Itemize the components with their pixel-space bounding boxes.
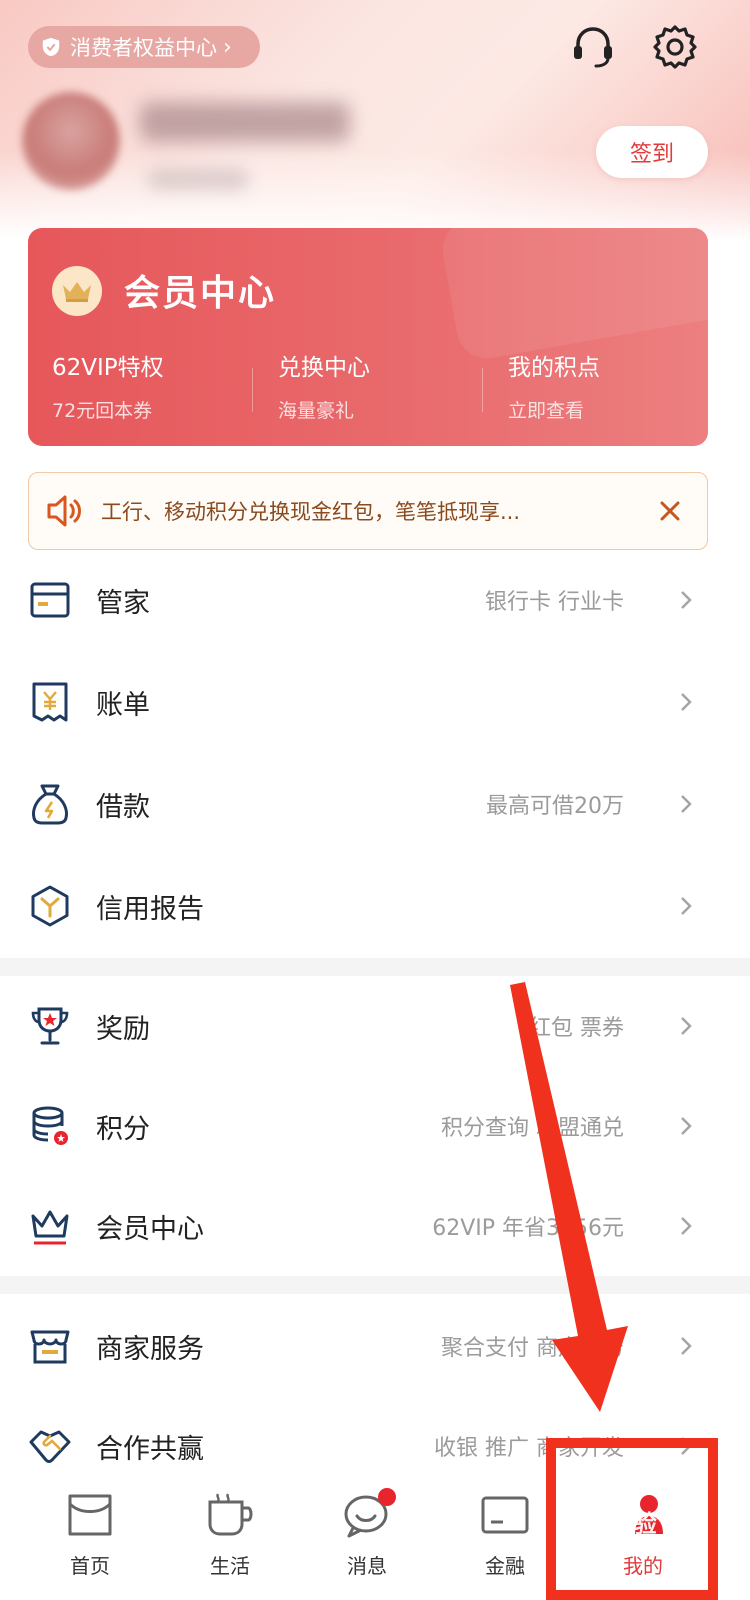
chevron-right-icon (681, 693, 692, 711)
chevron-right-icon: › (223, 34, 232, 60)
tab-label: 生活 (210, 1554, 250, 1578)
menu-label: 信用报告 (96, 893, 204, 925)
headset-icon[interactable] (568, 22, 618, 72)
menu-row-bill[interactable]: 账单 (0, 652, 750, 752)
menu-label: 管家 (96, 587, 150, 619)
handshake-icon (29, 1430, 71, 1463)
menu-label: 奖励 (96, 1013, 150, 1045)
section-separator (0, 1276, 750, 1294)
menu-label: 账单 (96, 689, 150, 721)
crown-icon (31, 1210, 69, 1245)
username-blurred (140, 102, 350, 142)
tab-finance[interactable]: 金融 (460, 1478, 550, 1588)
section-separator (0, 958, 750, 976)
menu-detail: 聚合支付 商户服务 (441, 1336, 624, 1361)
menu-label: 会员中心 (96, 1213, 204, 1245)
cup-icon (208, 1493, 253, 1536)
bill-icon (32, 682, 68, 722)
menu-label: 合作共赢 (96, 1433, 204, 1465)
menu-detail: 最高可借20万 (486, 794, 624, 819)
tab-label: 首页 (70, 1554, 110, 1578)
shield-icon (42, 37, 60, 57)
exchange-center-subtitle: 海量豪礼 (278, 400, 355, 422)
menu-detail: 红包 票券 (529, 1016, 624, 1041)
menu-row-credit-report[interactable]: 信用报告 (0, 856, 750, 956)
tab-label: 消息 (347, 1554, 387, 1578)
unread-badge (378, 1488, 396, 1506)
menu-row-rewards[interactable]: 奖励 红包 票券 (0, 976, 750, 1076)
chevron-right-icon (681, 1437, 692, 1455)
tab-label: 金融 (485, 1554, 525, 1578)
consumer-rights-center-link[interactable]: 消费者权益中心 › (28, 26, 260, 68)
consumer-rights-center-label: 消费者权益中心 (70, 36, 217, 60)
vip-divider (482, 368, 483, 412)
shop-icon (30, 1330, 70, 1364)
wallet-icon (481, 1496, 529, 1534)
loan-bag-icon (32, 784, 68, 825)
vip-privilege-title: 62VIP特权 (52, 355, 164, 381)
watermark: Bai经验 (566, 1510, 657, 1538)
exchange-center-entry[interactable]: 兑换中心 海量豪礼 (278, 348, 370, 423)
speaker-icon (47, 495, 81, 527)
vip-privilege-entry[interactable]: 62VIP特权 72元回本券 (52, 348, 164, 423)
tab-messages[interactable]: 消息 (322, 1478, 412, 1588)
notice-text: 工行、移动积分兑换现金红包，笔笔抵现享... (101, 500, 521, 524)
trophy-icon (31, 1007, 69, 1045)
menu-label: 积分 (96, 1113, 150, 1145)
chevron-right-icon (681, 897, 692, 915)
close-notice-button[interactable] (643, 484, 697, 538)
chevron-right-icon (681, 1117, 692, 1135)
points-coins-icon (32, 1106, 68, 1145)
vip-divider (252, 368, 253, 412)
menu-label: 商家服务 (96, 1333, 204, 1365)
user-subtitle-blurred (148, 168, 248, 190)
close-icon (660, 501, 680, 521)
vip-card-title: 会员中心 (124, 273, 277, 314)
signin-button[interactable]: 签到 (596, 126, 708, 178)
home-icon (68, 1494, 112, 1536)
vip-privilege-subtitle: 72元回本券 (52, 400, 153, 422)
card-manager-icon (30, 582, 70, 618)
menu-label: 借款 (96, 791, 150, 823)
menu-detail: 积分查询 联盟通兑 (441, 1116, 624, 1141)
chevron-right-icon (681, 1217, 692, 1235)
card-gloss (438, 228, 708, 363)
chevron-right-icon (681, 591, 692, 609)
menu-row-loan[interactable]: 借款 最高可借20万 (0, 754, 750, 854)
chevron-right-icon (681, 795, 692, 813)
exchange-center-title: 兑换中心 (278, 355, 370, 381)
avatar[interactable] (22, 92, 120, 190)
chevron-right-icon (681, 1017, 692, 1035)
tab-home[interactable]: 首页 (45, 1478, 135, 1588)
my-points-entry[interactable]: 我的积点 立即查看 (508, 348, 600, 423)
menu-detail: 62VIP 年省3956元 (432, 1216, 624, 1241)
credit-report-icon (31, 885, 69, 927)
crown-icon (63, 282, 91, 302)
menu-detail: 银行卡 行业卡 (485, 590, 624, 615)
menu-row-member-center[interactable]: 会员中心 62VIP 年省3956元 (0, 1176, 750, 1276)
my-points-subtitle: 立即查看 (508, 400, 585, 422)
notice-banner[interactable]: 工行、移动积分兑换现金红包，笔笔抵现享... (28, 472, 708, 550)
chevron-right-icon (681, 1337, 692, 1355)
crown-badge (52, 266, 102, 316)
menu-row-manager[interactable]: 管家 银行卡 行业卡 (0, 550, 750, 650)
vip-center-card[interactable]: 会员中心 62VIP特权 72元回本券 兑换中心 海量豪礼 我的积点 立即查看 (28, 228, 708, 446)
my-points-title: 我的积点 (508, 355, 600, 381)
menu-detail: 收银 推广 商家开发 (434, 1436, 624, 1461)
menu-row-points[interactable]: 积分 积分查询 联盟通兑 (0, 1076, 750, 1176)
menu-row-merchant-service[interactable]: 商家服务 聚合支付 商户服务 (0, 1296, 750, 1396)
tab-label: 我的 (623, 1554, 663, 1578)
tab-life[interactable]: 生活 (185, 1478, 275, 1588)
gear-icon[interactable] (650, 22, 700, 72)
